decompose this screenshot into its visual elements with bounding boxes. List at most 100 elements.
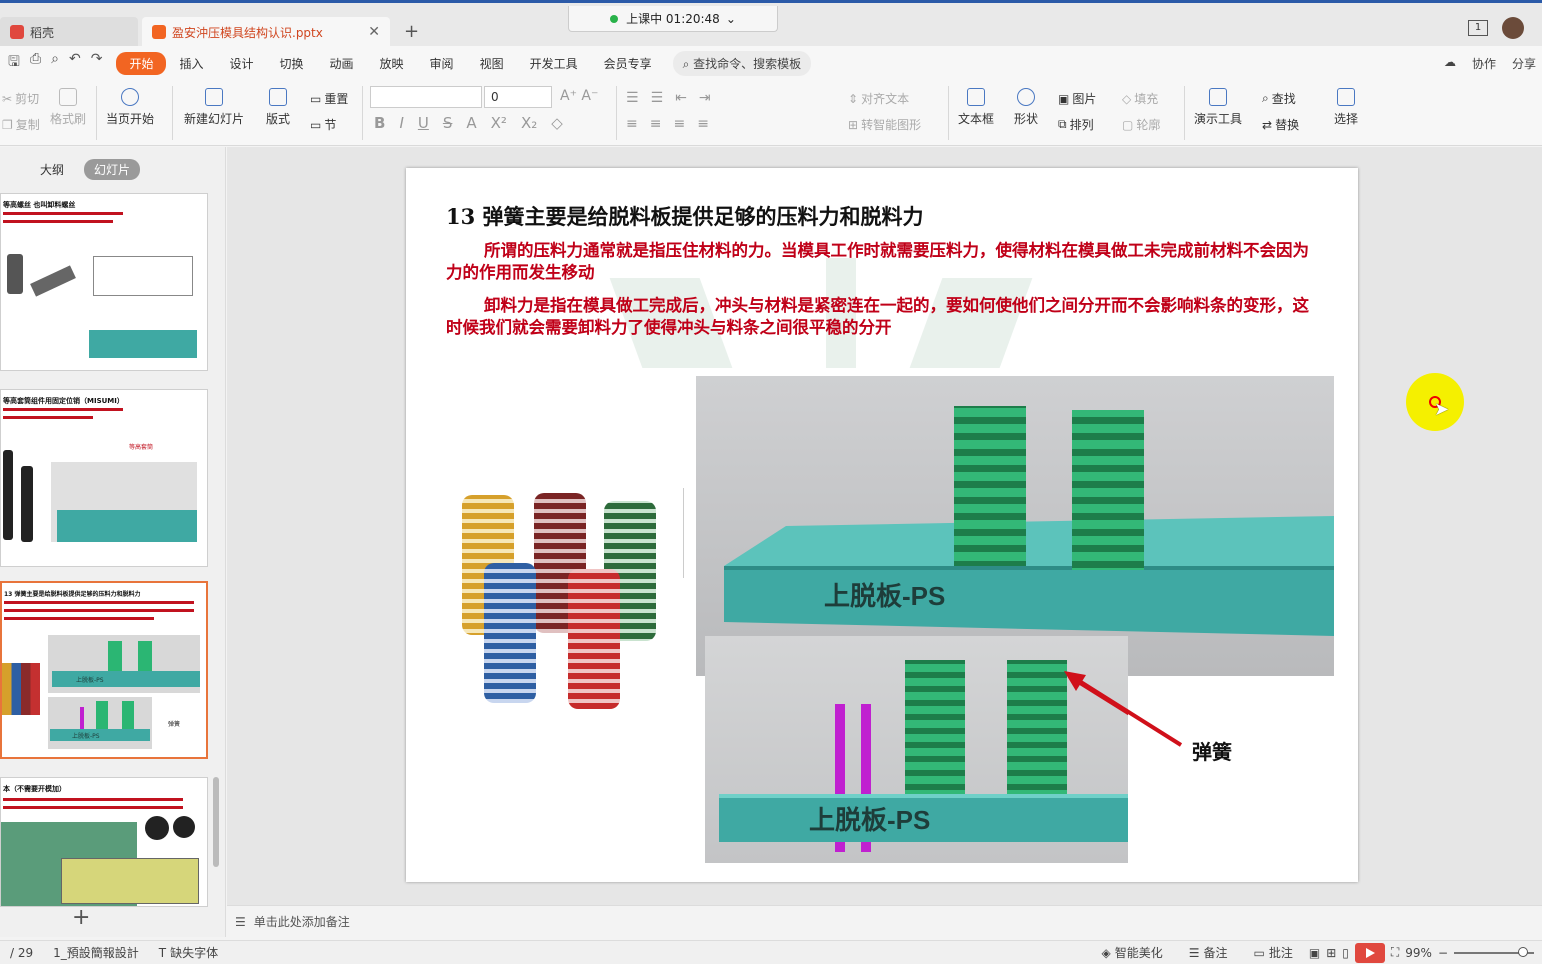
- grow-font-icon[interactable]: A⁺ A⁻: [560, 88, 598, 104]
- menu-tab-transition[interactable]: 切换: [267, 52, 317, 75]
- numbered-list-icon[interactable]: ☰: [651, 90, 664, 106]
- cut-button[interactable]: ✂ 剪切: [2, 90, 39, 107]
- menu-tab-insert[interactable]: 插入: [166, 52, 216, 75]
- collaborate-button[interactable]: 协作: [1472, 55, 1496, 72]
- print-icon[interactable]: ⎙: [30, 51, 41, 75]
- find-button[interactable]: ⌕ 查找: [1262, 90, 1296, 107]
- font-family-select[interactable]: [370, 86, 482, 108]
- slide-title[interactable]: 13 弹簧主要是给脱料板提供足够的压料力和脱料力: [446, 201, 924, 231]
- align-right-icon[interactable]: ≡: [673, 116, 685, 132]
- tab-home[interactable]: 稻壳: [0, 17, 138, 47]
- redo-icon[interactable]: ↷: [91, 51, 103, 75]
- fill-button[interactable]: ◇ 填充: [1122, 90, 1158, 107]
- menu-tab-animation[interactable]: 动画: [317, 52, 367, 75]
- stripper-plate-render-top[interactable]: 上脱板-PS: [696, 376, 1334, 676]
- section-button[interactable]: ▭ 节: [310, 116, 336, 133]
- strikethrough-icon[interactable]: S: [443, 114, 453, 132]
- align-left-icon[interactable]: ≡: [626, 116, 638, 132]
- share-button[interactable]: 分享: [1512, 55, 1536, 72]
- menu-tab-slideshow[interactable]: 放映: [367, 52, 417, 75]
- window-count-badge[interactable]: 1: [1468, 20, 1488, 36]
- select-button[interactable]: 选择: [1334, 88, 1358, 127]
- presentation-tools-button[interactable]: 演示工具: [1194, 88, 1242, 127]
- undo-icon[interactable]: ↶: [69, 51, 81, 75]
- justify-icon[interactable]: ≡: [697, 116, 709, 132]
- divider-line: [683, 488, 684, 578]
- thumbnail-text-line: [3, 806, 183, 809]
- slide-thumbnail[interactable]: 本（不需要开模加）: [0, 777, 208, 907]
- zoom-out-icon[interactable]: −: [1438, 946, 1448, 960]
- zoom-slider-knob[interactable]: [1518, 946, 1528, 957]
- slide[interactable]: 13 弹簧主要是给脱料板提供足够的压料力和脱料力 所谓的压料力通常就是指压住材料…: [406, 168, 1358, 882]
- subscript-icon[interactable]: X₂: [521, 114, 537, 132]
- arrange-button[interactable]: ⧉ 排列: [1058, 116, 1094, 133]
- fit-window-icon[interactable]: ⛶: [1391, 945, 1399, 960]
- new-tab-button[interactable]: +: [404, 21, 419, 42]
- close-tab-icon[interactable]: ✕: [368, 24, 380, 40]
- align-text-button[interactable]: ⇕ 对齐文本: [848, 90, 909, 107]
- tab-outline[interactable]: 大纲: [30, 159, 74, 180]
- copy-button[interactable]: ❐ 复制: [2, 116, 40, 133]
- play-current-button[interactable]: 当页开始: [106, 88, 154, 127]
- font-size-select[interactable]: 0: [484, 86, 552, 108]
- slide-paragraph[interactable]: 所谓的压料力通常就是指压住材料的力。当模具工作时就需要压料力，使得材料在模具做工…: [446, 240, 1316, 284]
- bullet-list-icon[interactable]: ☰: [626, 90, 639, 106]
- menu-tab-developer[interactable]: 开发工具: [517, 52, 591, 75]
- textbox-button[interactable]: 文本框: [958, 88, 994, 127]
- shape-button[interactable]: 形状: [1014, 88, 1038, 127]
- slide-thumbnail[interactable]: 等高螺丝 也叫卸料螺丝: [0, 193, 208, 371]
- thumbnail-spring: [96, 701, 108, 729]
- comment-button[interactable]: ▭ 批注: [1243, 944, 1302, 961]
- command-search[interactable]: ⌕ 查找命令、搜索模板: [672, 50, 812, 76]
- align-center-icon[interactable]: ≡: [650, 116, 662, 132]
- menu-tab-view[interactable]: 视图: [467, 52, 517, 75]
- picture-button[interactable]: ▣ 图片: [1058, 90, 1096, 107]
- smartart-button[interactable]: ⊞ 转智能图形: [848, 116, 921, 133]
- underline-icon[interactable]: U: [418, 114, 429, 132]
- save-icon[interactable]: 🖫: [8, 51, 20, 75]
- format-painter-button[interactable]: 格式刷: [50, 88, 86, 127]
- reset-button[interactable]: ▭ 重置: [310, 90, 348, 107]
- reading-view-icon[interactable]: ▯: [1342, 946, 1349, 960]
- slide-paragraph[interactable]: 卸料力是指在模具做工完成后，冲头与材料是紧密连在一起的，要如何使他们之间分开而不…: [446, 295, 1316, 339]
- indent-icon[interactable]: ⇥: [699, 90, 711, 106]
- font-color-icon[interactable]: A: [466, 114, 476, 132]
- outline-button[interactable]: ▢ 轮廓: [1122, 116, 1160, 133]
- menu-tab-design[interactable]: 设计: [216, 52, 266, 75]
- add-slide-button[interactable]: +: [72, 905, 90, 930]
- avatar[interactable]: [1502, 17, 1524, 39]
- superscript-icon[interactable]: X²: [491, 114, 507, 132]
- tab-slides[interactable]: 幻灯片: [84, 159, 141, 180]
- slide-sorter-icon[interactable]: ⊞: [1326, 946, 1336, 960]
- slide-thumbnail-selected[interactable]: 13 弹簧主要是给脱料板提供足够的压料力和脱料力 上脱板-PS 上脱板-PS 弹…: [0, 581, 208, 759]
- design-theme-name[interactable]: 1_預設簡報設計: [43, 944, 149, 961]
- normal-view-icon[interactable]: ▣: [1309, 946, 1320, 960]
- replace-button[interactable]: ⇄ 替换: [1262, 116, 1299, 133]
- missing-font-indicator[interactable]: T 缺失字体: [149, 944, 228, 961]
- zoom-slider[interactable]: [1454, 946, 1534, 957]
- springs-photo[interactable]: [454, 483, 686, 718]
- slideshow-play-button[interactable]: [1354, 942, 1385, 963]
- outdent-icon[interactable]: ⇤: [675, 90, 687, 106]
- slide-thumbnail[interactable]: 等高套筒组件用固定位销（MISUMI） 等高套筒: [0, 389, 208, 567]
- class-timer[interactable]: 上课中 01:20:48 ⌄: [568, 6, 778, 32]
- menu-tab-member[interactable]: 会员专享: [591, 52, 665, 75]
- thumbnail-scrollbar[interactable]: [213, 777, 219, 867]
- chevron-down-icon[interactable]: ⌄: [726, 12, 736, 26]
- spring-callout-label[interactable]: 弹簧: [1192, 736, 1232, 765]
- menu-tab-review[interactable]: 审阅: [417, 52, 467, 75]
- notes-toggle-button[interactable]: ☰ 备注: [1179, 944, 1238, 961]
- italic-icon[interactable]: I: [399, 114, 403, 132]
- zoom-level[interactable]: 99%: [1405, 946, 1432, 960]
- menu-tab-start[interactable]: 开始: [116, 51, 167, 75]
- new-slide-button[interactable]: 新建幻灯片: [184, 88, 244, 127]
- cloud-sync-icon[interactable]: ☁: [1444, 55, 1456, 72]
- notes-pane[interactable]: ☰ 单击此处添加备注: [227, 905, 1542, 937]
- bold-icon[interactable]: B: [374, 114, 385, 132]
- smart-beautify-button[interactable]: ◈ 智能美化: [1091, 944, 1172, 961]
- preview-icon[interactable]: ⌕: [51, 51, 59, 75]
- clear-format-icon[interactable]: ◇: [551, 114, 563, 132]
- tab-document[interactable]: 盈安沖压模具结构认识.pptx ✕: [142, 17, 390, 47]
- layout-button[interactable]: 版式: [266, 88, 290, 127]
- beautify-label: 智能美化: [1114, 946, 1163, 960]
